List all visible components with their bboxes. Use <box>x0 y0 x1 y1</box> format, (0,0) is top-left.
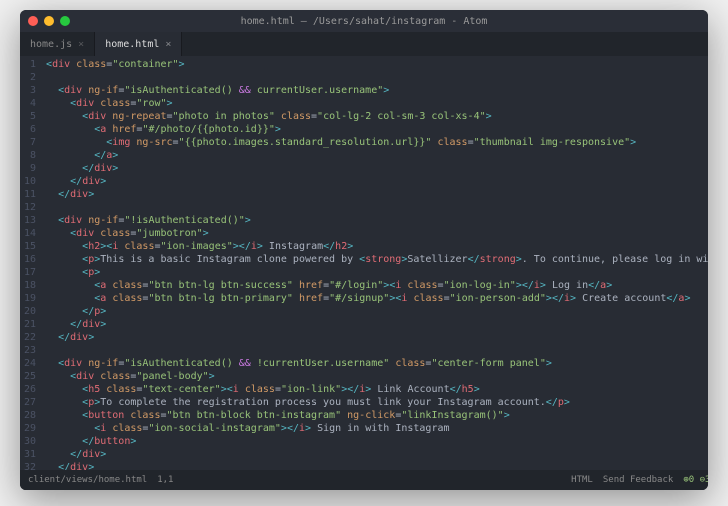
code-line[interactable] <box>46 344 708 357</box>
code-line[interactable]: <h2><i class="ion-images"></i> Instagram… <box>46 240 708 253</box>
send-feedback-button[interactable]: Send Feedback <box>603 475 673 485</box>
code-line[interactable]: </div> <box>46 331 708 344</box>
code-line[interactable]: <div class="container"> <box>46 58 708 71</box>
code-line[interactable]: </div> <box>46 188 708 201</box>
code-line[interactable]: </div> <box>46 162 708 175</box>
code-line[interactable]: </div> <box>46 175 708 188</box>
code-line[interactable]: <div class="jumbotron"> <box>46 227 708 240</box>
git-status[interactable]: ⊕0 ⊖3 <box>683 475 708 485</box>
code-line[interactable]: <div class="panel-body"> <box>46 370 708 383</box>
code-line[interactable]: <div ng-repeat="photo in photos" class="… <box>46 110 708 123</box>
code-line[interactable]: </p> <box>46 305 708 318</box>
code-line[interactable]: </div> <box>46 318 708 331</box>
traffic-lights <box>28 16 70 26</box>
window-title: home.html — /Users/sahat/instagram - Ato… <box>241 16 488 27</box>
tab-label: home.js <box>30 39 72 50</box>
code-line[interactable]: <i class="ion-social-instagram"></i> Sig… <box>46 422 708 435</box>
code-line[interactable]: <p>To complete the registration process … <box>46 396 708 409</box>
status-lang[interactable]: HTML <box>571 475 593 485</box>
editor-pane: home.js × home.html × 1 2 3 4 5 6 7 8 9 10 … <box>20 32 708 490</box>
tab-bar: home.js × home.html × <box>20 32 708 56</box>
code-line[interactable]: <a class="btn btn-lg btn-success" href="… <box>46 279 708 292</box>
status-cursor-pos: 1,1 <box>157 475 173 485</box>
code-line[interactable]: <p>This is a basic Instagram clone power… <box>46 253 708 266</box>
code-line[interactable]: <a class="btn btn-lg btn-primary" href="… <box>46 292 708 305</box>
close-tab-icon[interactable]: × <box>78 39 84 50</box>
minimize-icon[interactable] <box>44 16 54 26</box>
code-lines[interactable]: <div class="container"> <div ng-if="isAu… <box>42 56 708 470</box>
tab-label: home.html <box>105 39 159 50</box>
code-area[interactable]: 1 2 3 4 5 6 7 8 9 10 11 12 13 14 15 16 1… <box>20 56 708 470</box>
code-line[interactable]: <div ng-if="!isAuthenticated()"> <box>46 214 708 227</box>
maximize-icon[interactable] <box>60 16 70 26</box>
code-line[interactable]: <h5 class="text-center"><i class="ion-li… <box>46 383 708 396</box>
code-line[interactable]: </div> <box>46 448 708 461</box>
code-line[interactable]: </a> <box>46 149 708 162</box>
code-line[interactable] <box>46 201 708 214</box>
code-line[interactable] <box>46 71 708 84</box>
code-line[interactable]: <img ng-src="{{photo.images.standard_res… <box>46 136 708 149</box>
tab[interactable]: home.js × <box>20 32 95 56</box>
main-area: ▾📁instagram▾📁client▾📁controllers📄detail.… <box>20 32 708 490</box>
code-line[interactable]: <div ng-if="isAuthenticated() && !curren… <box>46 357 708 370</box>
code-line[interactable]: <div ng-if="isAuthenticated() && current… <box>46 84 708 97</box>
code-line[interactable]: <p> <box>46 266 708 279</box>
code-line[interactable]: </button> <box>46 435 708 448</box>
code-line[interactable]: <div class="row"> <box>46 97 708 110</box>
editor-window: home.html — /Users/sahat/instagram - Ato… <box>20 10 708 490</box>
status-bar: client/views/home.html 1,1 HTML Send Fee… <box>20 470 708 490</box>
close-icon[interactable] <box>28 16 38 26</box>
code-line[interactable]: </div> <box>46 461 708 470</box>
status-path: client/views/home.html <box>28 475 147 485</box>
line-gutter: 1 2 3 4 5 6 7 8 9 10 11 12 13 14 15 16 1… <box>20 56 42 470</box>
code-line[interactable]: <button class="btn btn-block btn-instagr… <box>46 409 708 422</box>
tab[interactable]: home.html × <box>95 32 182 56</box>
close-tab-icon[interactable]: × <box>165 39 171 50</box>
titlebar: home.html — /Users/sahat/instagram - Ato… <box>20 10 708 32</box>
code-line[interactable]: <a href="#/photo/{{photo.id}}"> <box>46 123 708 136</box>
